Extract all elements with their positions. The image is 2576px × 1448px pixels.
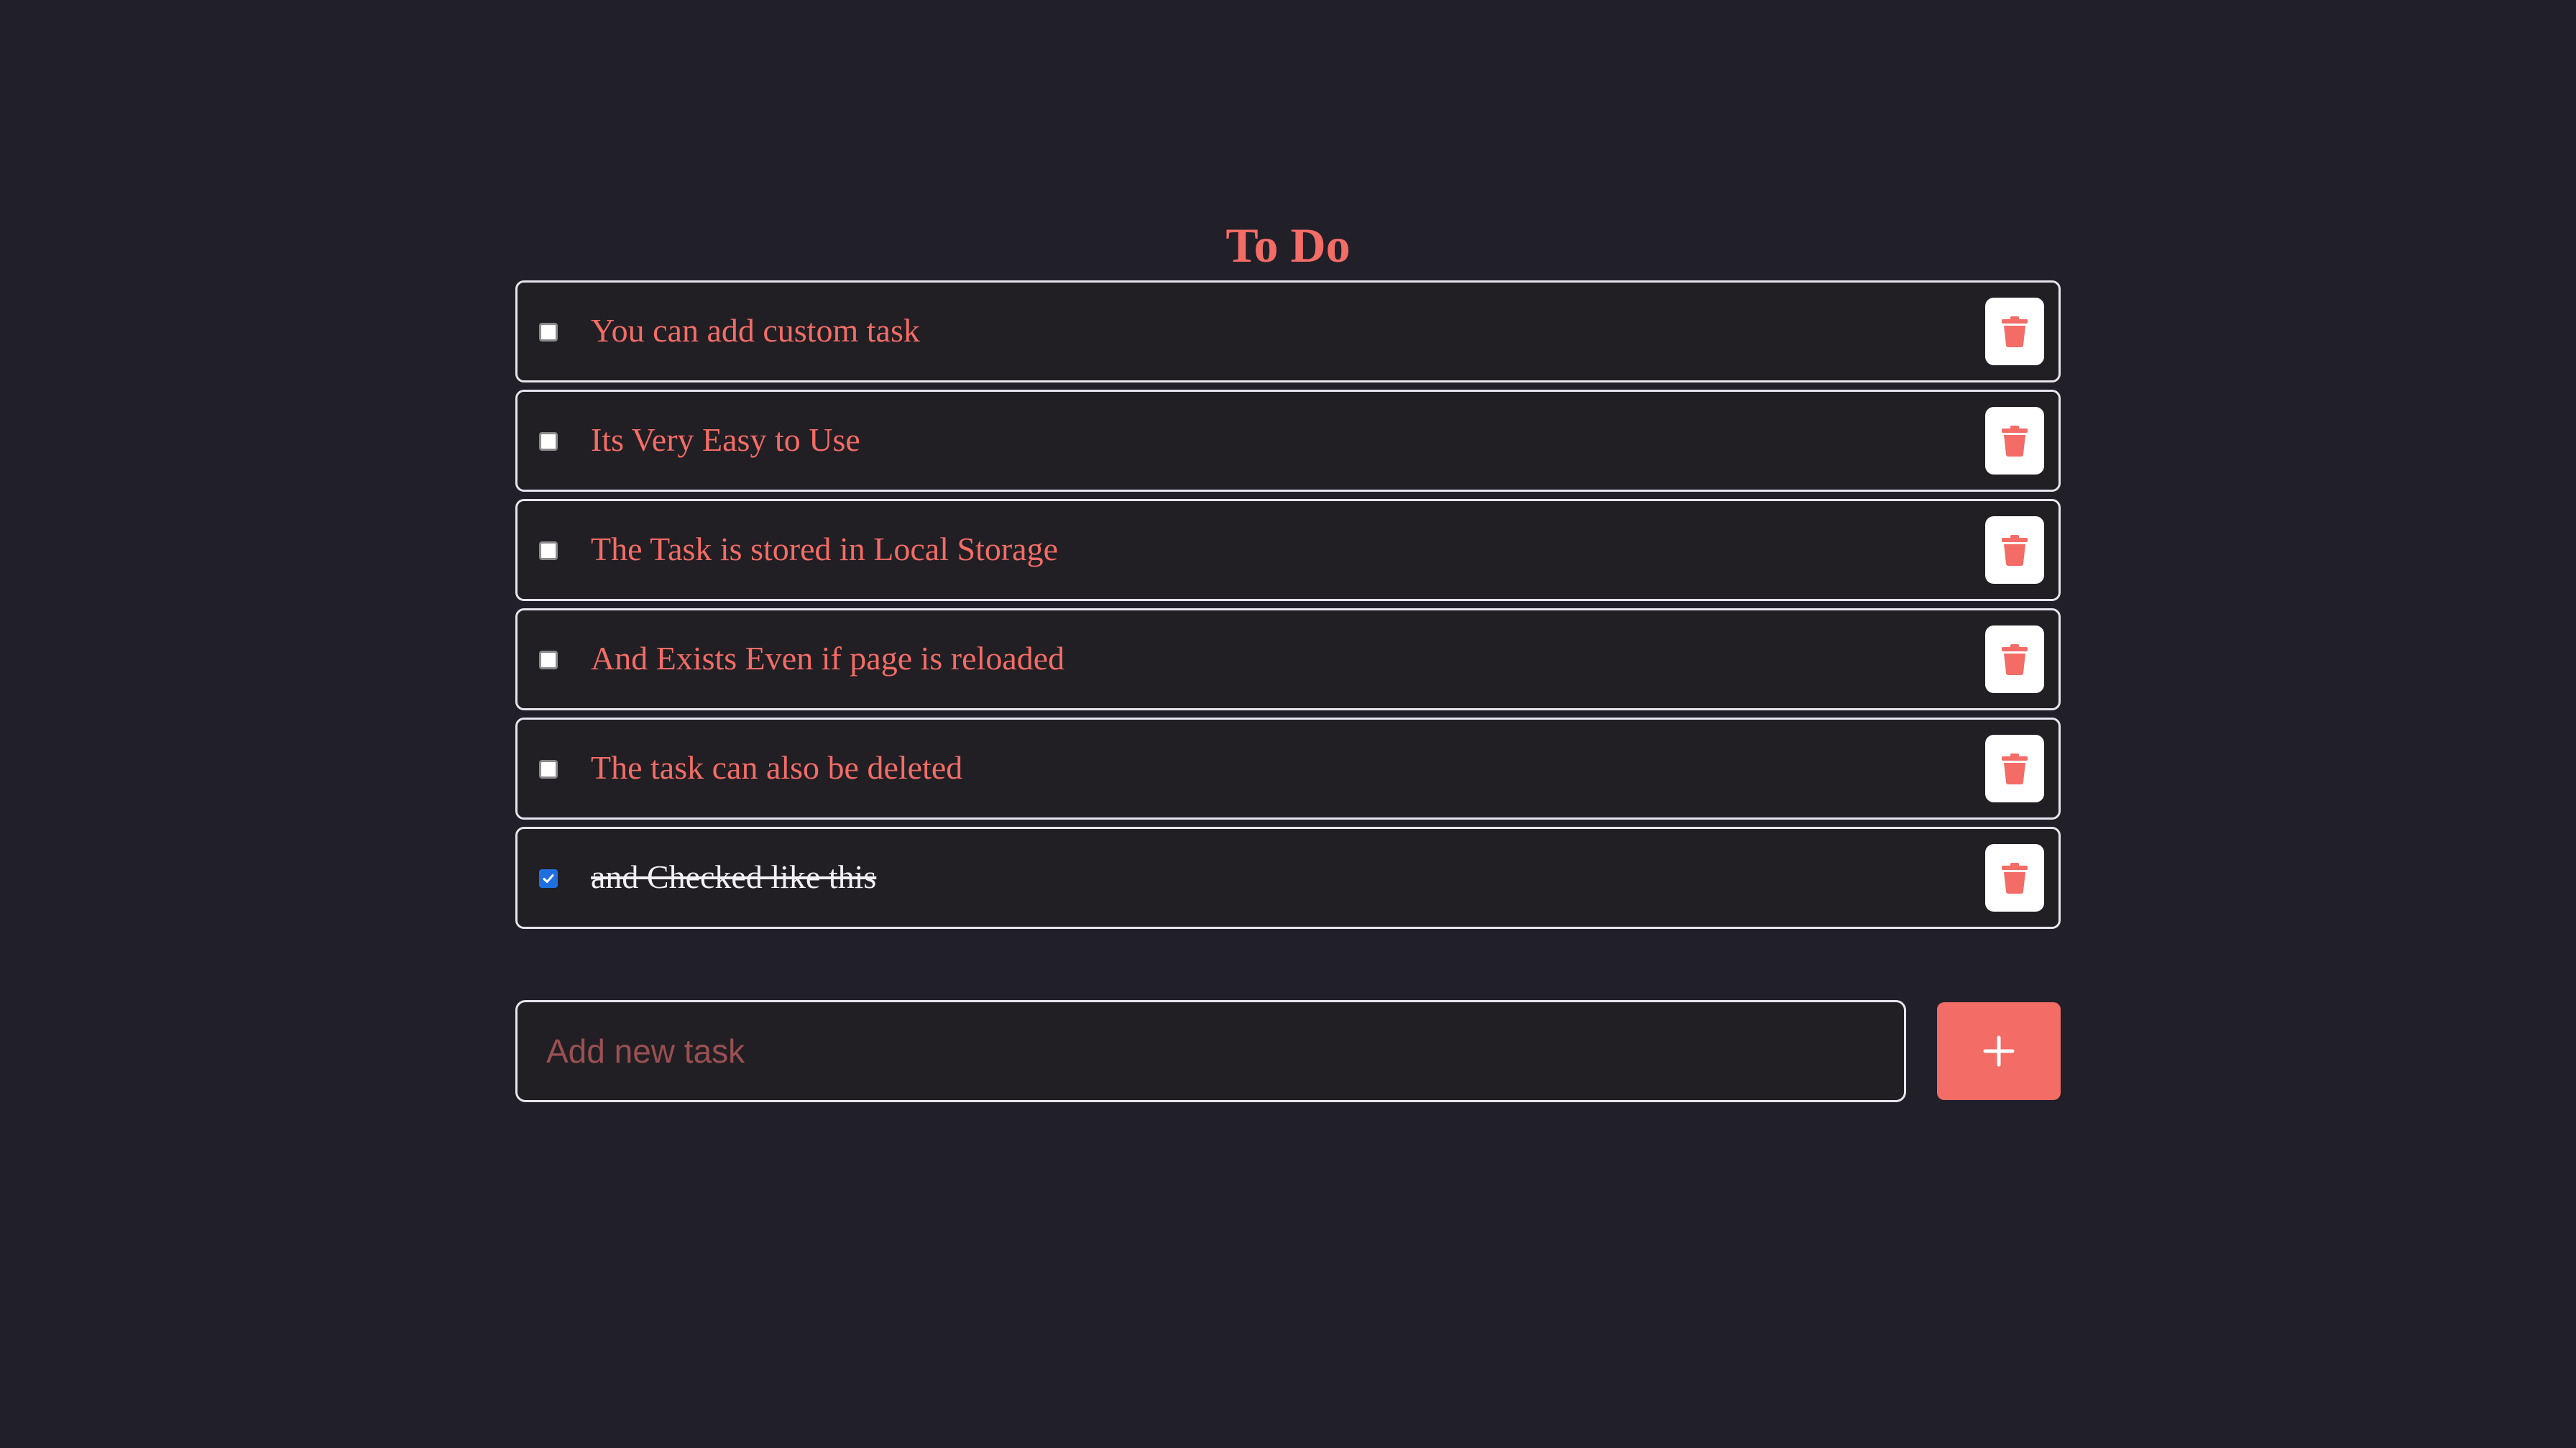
trash-icon	[2002, 753, 2028, 784]
task-item: Its Very Easy to Use	[515, 390, 2061, 492]
delete-button[interactable]	[1985, 844, 2044, 912]
task-item: and Checked like this	[515, 827, 2061, 929]
task-checkbox[interactable]	[539, 541, 558, 560]
task-list: You can add custom task Its Very Easy to…	[515, 280, 2061, 936]
task-checkbox[interactable]	[539, 760, 558, 779]
trash-icon	[2002, 535, 2028, 566]
task-text: You can add custom task	[591, 312, 920, 349]
delete-button[interactable]	[1985, 407, 2044, 475]
trash-icon	[2002, 863, 2028, 894]
delete-button[interactable]	[1985, 516, 2044, 584]
task-checkbox[interactable]	[539, 651, 558, 669]
check-icon	[543, 874, 554, 883]
trash-icon	[2002, 316, 2028, 347]
task-item: You can add custom task	[515, 280, 2061, 382]
task-text: And Exists Even if page is reloaded	[591, 640, 1065, 677]
task-checkbox[interactable]	[539, 869, 558, 888]
task-item: The Task is stored in Local Storage	[515, 499, 2061, 601]
delete-button[interactable]	[1985, 298, 2044, 365]
trash-icon	[2002, 644, 2028, 675]
delete-button[interactable]	[1985, 626, 2044, 693]
delete-button[interactable]	[1985, 735, 2044, 802]
trash-icon	[2002, 426, 2028, 457]
task-checkbox[interactable]	[539, 323, 558, 342]
task-text: The Task is stored in Local Storage	[591, 531, 1058, 567]
task-text: Its Very Easy to Use	[591, 421, 860, 458]
add-task-button[interactable]	[1937, 1002, 2061, 1100]
task-item: The task can also be deleted	[515, 718, 2061, 820]
plus-icon	[1983, 1035, 2015, 1067]
task-item: And Exists Even if page is reloaded	[515, 608, 2061, 710]
task-checkbox[interactable]	[539, 432, 558, 451]
task-text: The task can also be deleted	[591, 749, 963, 786]
task-text: and Checked like this	[591, 858, 877, 895]
page-title: To Do	[1225, 217, 1351, 272]
new-task-input[interactable]	[515, 1000, 1906, 1102]
